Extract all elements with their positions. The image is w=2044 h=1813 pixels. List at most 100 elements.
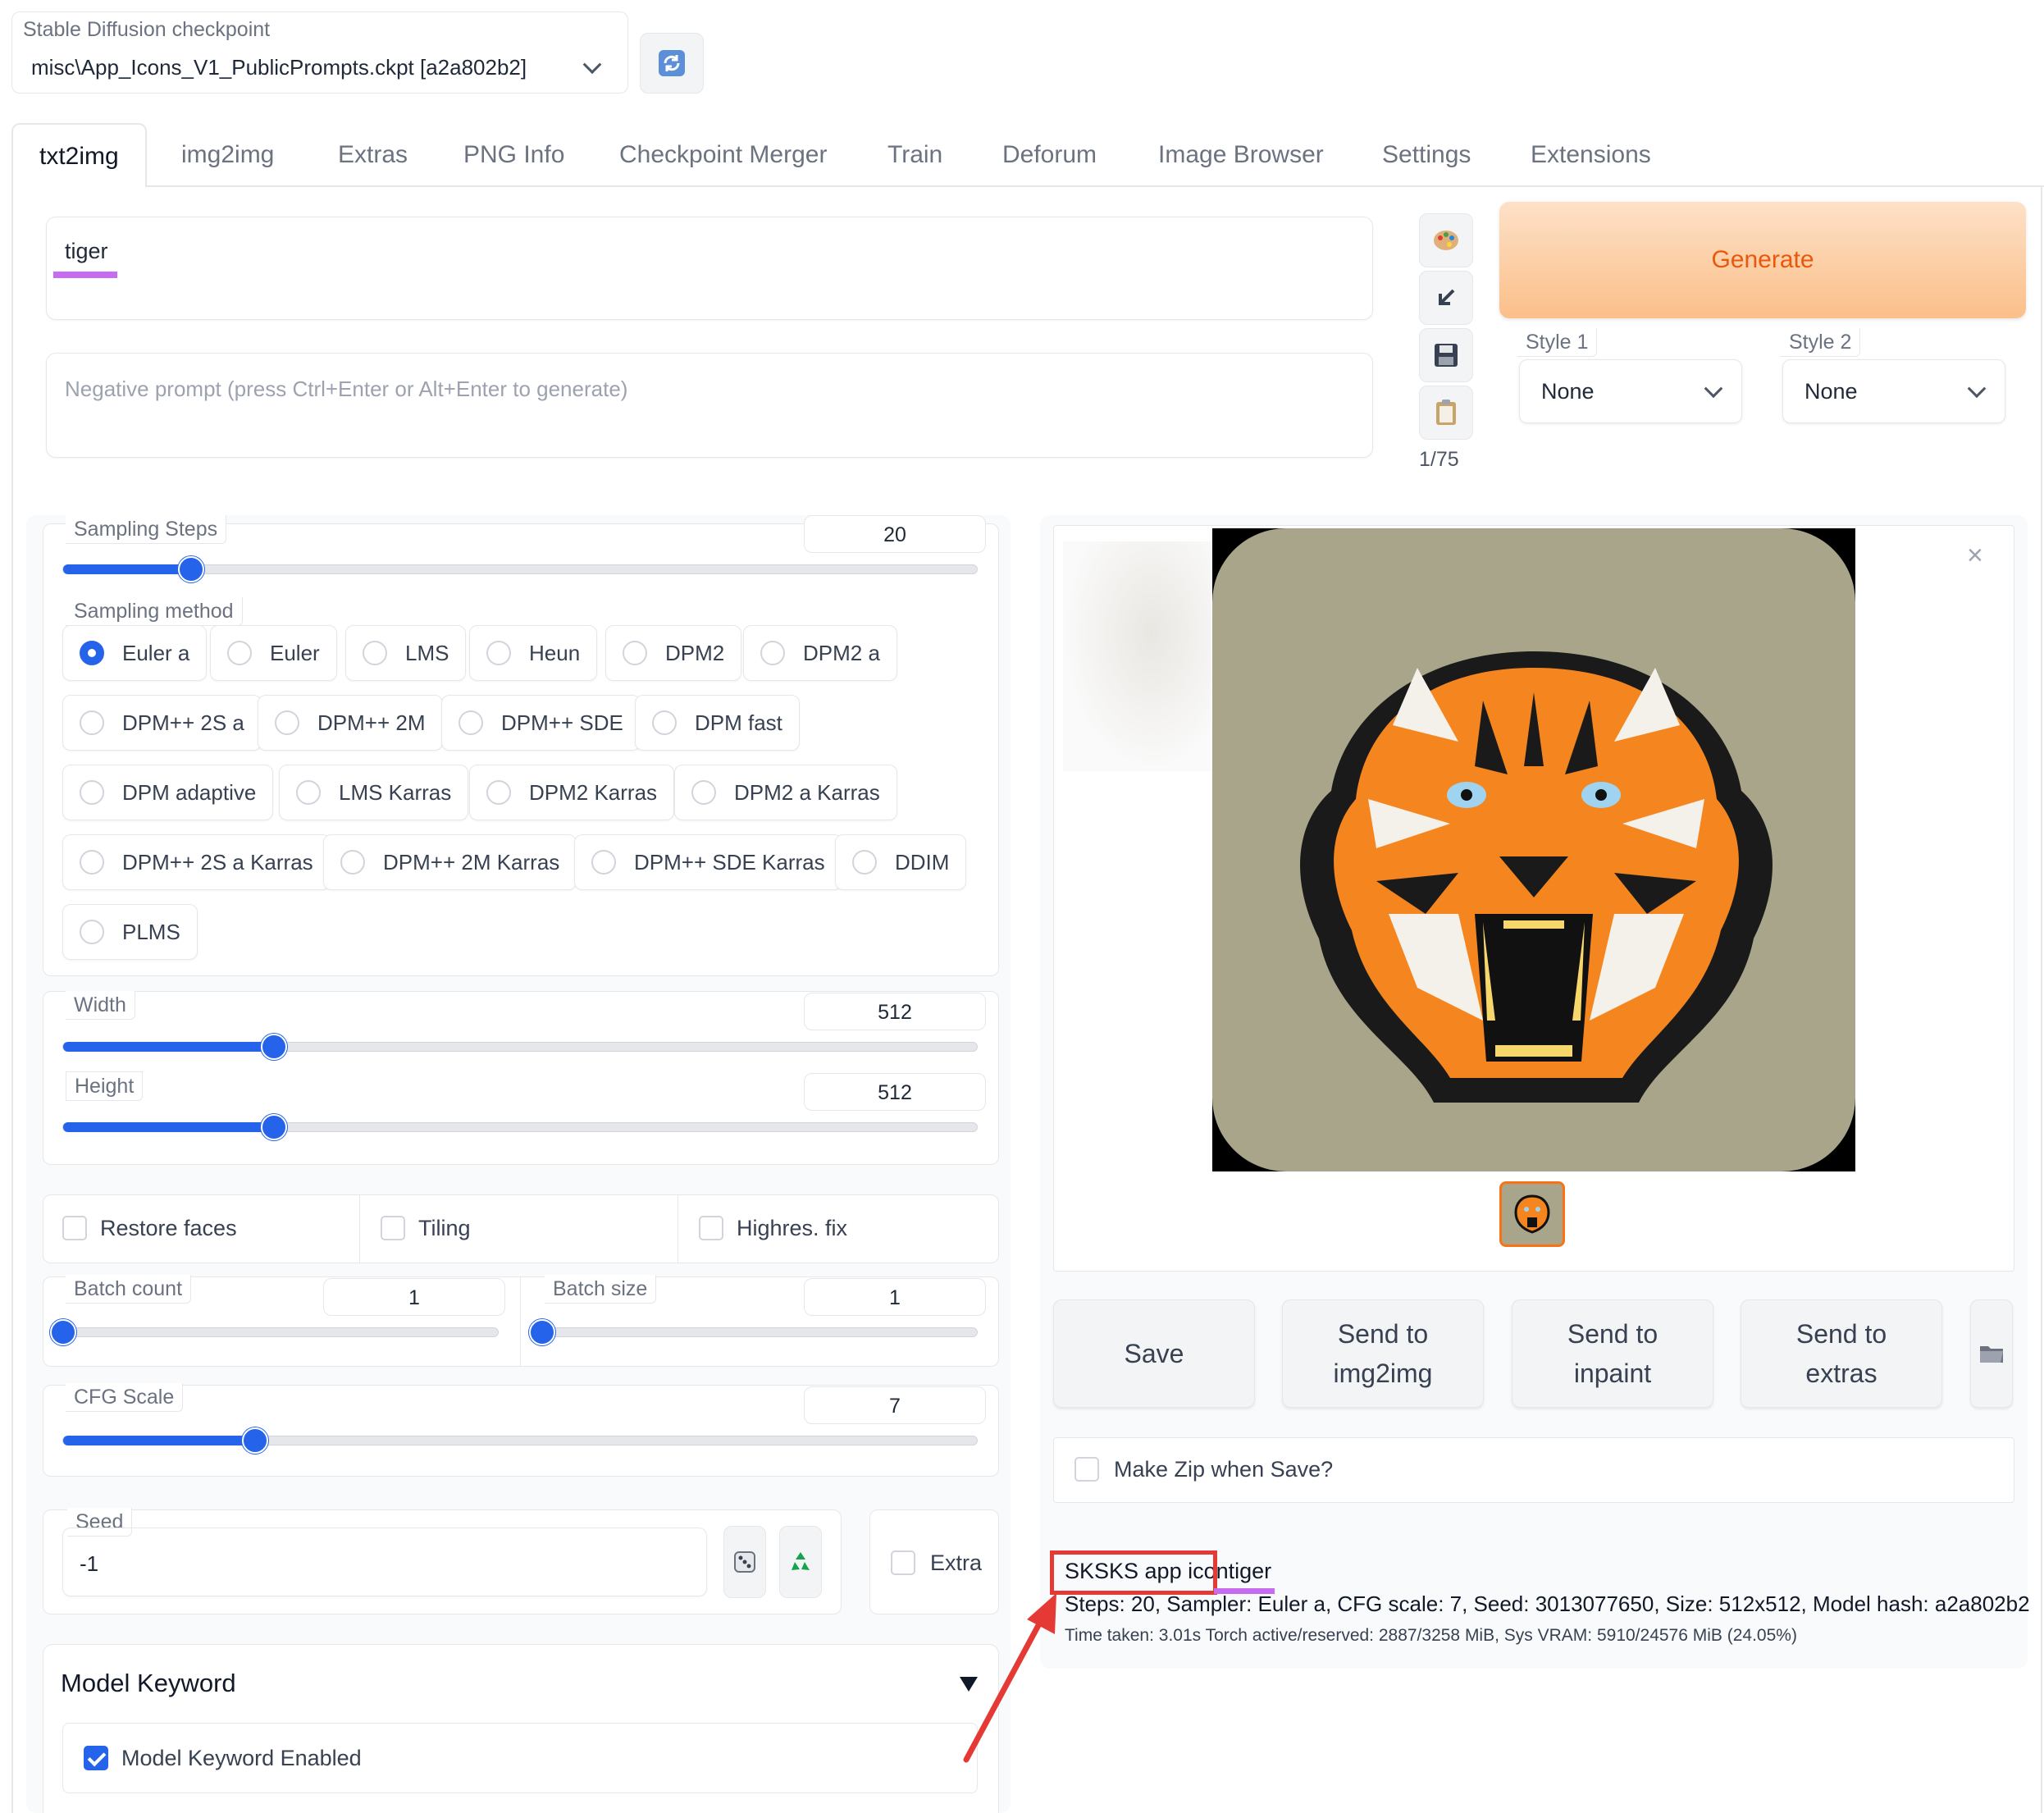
checkpoint-select[interactable]: misc\App_Icons_V1_PublicPrompts.ckpt [a2… [18, 46, 622, 89]
radio-dot [80, 920, 104, 944]
save-style-button[interactable] [1419, 328, 1473, 382]
sampling-steps-input[interactable]: 20 [804, 515, 986, 553]
sampler-label: DPM++ SDE Karras [634, 849, 825, 875]
tab-checkpoint-merger[interactable]: Checkpoint Merger [619, 123, 827, 187]
slider-handle[interactable] [242, 1427, 268, 1454]
sampler-option[interactable]: DPM++ SDE [441, 695, 641, 751]
open-folder-button[interactable] [1970, 1299, 2013, 1408]
model-keyword-enabled-label: Model Keyword Enabled [121, 1746, 362, 1770]
generate-button[interactable]: Generate [1499, 202, 2026, 318]
sampler-option[interactable]: DPM++ 2M [258, 695, 443, 751]
sampler-label: LMS [405, 640, 449, 665]
slider-handle[interactable] [50, 1319, 76, 1345]
tab-png-info[interactable]: PNG Info [463, 123, 564, 187]
height-input[interactable]: 512 [804, 1073, 986, 1111]
slider-handle[interactable] [178, 556, 204, 582]
sampler-option[interactable]: DPM2 [605, 625, 742, 681]
gallery-thumbnail[interactable] [1499, 1181, 1565, 1247]
sampler-option[interactable]: Euler [210, 625, 337, 681]
batch-count-slider[interactable] [50, 1319, 499, 1345]
batch-count-label: Batch count [66, 1275, 192, 1304]
sampling-steps-label: Sampling Steps [66, 515, 227, 544]
slider-handle[interactable] [529, 1319, 555, 1345]
save-button[interactable]: Save [1053, 1299, 1255, 1408]
annotation-arrow [963, 1593, 1056, 1763]
recycle-icon [792, 1552, 810, 1570]
cfg-scale-slider[interactable] [62, 1427, 978, 1454]
sampler-option[interactable]: Heun [469, 625, 598, 681]
extra-seed-checkbox[interactable] [891, 1550, 915, 1575]
refresh-checkpoint-button[interactable] [640, 33, 704, 94]
reuse-seed-button[interactable] [779, 1526, 822, 1598]
info-prompt-suffix: tiger [1228, 1559, 1272, 1583]
batch-size-slider[interactable] [529, 1319, 978, 1345]
tab-image-browser[interactable]: Image Browser [1158, 123, 1324, 187]
seed-input[interactable]: -1 [62, 1528, 707, 1596]
cfg-scale-input[interactable]: 7 [804, 1386, 986, 1424]
sampler-option[interactable]: Euler a [62, 625, 208, 681]
tab-deforum[interactable]: Deforum [1002, 123, 1097, 187]
model-keyword-enabled-checkbox[interactable] [84, 1746, 108, 1770]
negative-prompt-input[interactable]: Negative prompt (press Ctrl+Enter or Alt… [46, 353, 1373, 458]
sampler-option[interactable]: DPM++ 2M Karras [323, 834, 577, 890]
prompt-input[interactable]: tiger [46, 217, 1373, 320]
sampler-option[interactable]: DPM adaptive [62, 765, 274, 820]
send-to-extras-button[interactable]: Send to extras [1741, 1299, 1942, 1408]
radio-dot [691, 780, 716, 805]
slider-handle[interactable] [261, 1034, 287, 1060]
sampler-option[interactable]: DPM++ 2S a [62, 695, 262, 751]
highlight-box [1050, 1550, 1217, 1595]
height-slider[interactable] [62, 1114, 978, 1140]
tab-extensions[interactable]: Extensions [1531, 123, 1651, 187]
sampler-label: DDIM [895, 849, 950, 875]
sampling-method-label: Sampling method [66, 597, 243, 626]
tab-settings[interactable]: Settings [1382, 123, 1471, 187]
tiling-checkbox[interactable] [381, 1216, 405, 1240]
sampler-label: LMS Karras [339, 779, 452, 805]
sampler-option[interactable]: DPM fast [635, 695, 800, 751]
read-params-button[interactable] [1419, 271, 1473, 325]
sampler-label: DPM adaptive [122, 779, 257, 805]
style2-select[interactable]: None [1782, 359, 2005, 423]
model-keyword-title[interactable]: Model Keyword [61, 1669, 236, 1698]
highres-fix-checkbox[interactable] [699, 1216, 723, 1240]
generated-image[interactable] [1212, 528, 1855, 1171]
send-to-inpaint-button[interactable]: Send to inpaint [1512, 1299, 1713, 1408]
make-zip-checkbox[interactable] [1074, 1457, 1099, 1482]
radio-dot [652, 710, 677, 735]
close-preview-icon[interactable]: × [1967, 541, 1983, 569]
batch-size-input[interactable]: 1 [804, 1278, 986, 1316]
sampling-steps-slider[interactable] [62, 556, 978, 582]
width-slider[interactable] [62, 1034, 978, 1060]
token-counter: 1/75 [1419, 448, 1459, 471]
tab-extras[interactable]: Extras [338, 123, 408, 187]
slider-handle[interactable] [261, 1114, 287, 1140]
palette-icon [1434, 231, 1458, 250]
make-zip-label: Make Zip when Save? [1114, 1457, 1334, 1482]
sampler-option[interactable]: DDIM [835, 834, 967, 890]
tab-train[interactable]: Train [887, 123, 942, 187]
sampler-option[interactable]: DPM2 Karras [469, 765, 675, 820]
restore-faces-checkbox[interactable] [62, 1216, 87, 1240]
tab-txt2img[interactable]: txt2img [11, 123, 147, 187]
style1-select[interactable]: None [1519, 359, 1742, 423]
batch-count-input[interactable]: 1 [323, 1278, 505, 1316]
sampler-label: DPM++ 2M [317, 710, 426, 735]
sampler-option[interactable]: DPM2 a Karras [674, 765, 897, 820]
sampler-option[interactable]: DPM++ 2S a Karras [62, 834, 331, 890]
style-paint-button[interactable] [1419, 213, 1473, 267]
sampler-option[interactable]: LMS Karras [279, 765, 469, 820]
tab-img2img[interactable]: img2img [181, 123, 274, 187]
style2-label: Style 2 [1781, 328, 1861, 357]
send-to-img2img-button[interactable]: Send to img2img [1282, 1299, 1484, 1408]
chevron-down-icon [582, 55, 602, 75]
sampler-option[interactable]: LMS [345, 625, 467, 681]
width-input[interactable]: 512 [804, 993, 986, 1030]
sampler-option[interactable]: PLMS [62, 904, 198, 960]
random-seed-button[interactable] [723, 1526, 766, 1598]
checkpoint-label: Stable Diffusion checkpoint [23, 18, 271, 41]
sampler-option[interactable]: DPM++ SDE Karras [574, 834, 842, 890]
sampler-option[interactable]: DPM2 a [743, 625, 897, 681]
apply-style-button[interactable] [1419, 386, 1473, 440]
prompt-text: tiger [65, 239, 108, 263]
